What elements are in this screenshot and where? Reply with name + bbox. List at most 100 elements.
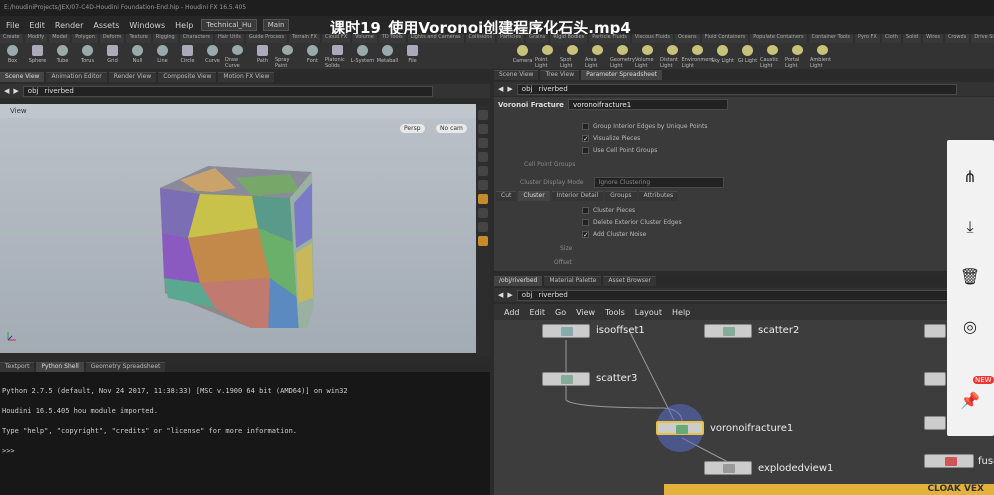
menu-go[interactable]: Go	[555, 308, 566, 317]
forward-arrow-icon[interactable]: ▶	[13, 87, 18, 95]
node-isooffset1[interactable]	[542, 324, 590, 338]
shelf-light-tool[interactable]: Caustic Light	[760, 43, 785, 69]
view-tool-icon[interactable]	[478, 124, 488, 134]
menu-help[interactable]: Help	[173, 21, 195, 30]
shelf-light-tool[interactable]: GI Light	[735, 43, 760, 69]
delete-icon[interactable]: 🗑	[959, 266, 981, 288]
shelf-tab[interactable]: Cloud FX	[321, 34, 351, 43]
back-arrow-icon[interactable]: ◀	[498, 85, 503, 93]
shelf-tool[interactable]: Font	[300, 43, 325, 69]
active-view-tool-icon[interactable]	[478, 194, 488, 204]
shelf-tab[interactable]: Guide Process	[245, 34, 288, 43]
shelf-tool[interactable]: L-System	[350, 43, 375, 69]
tab-asset-browser[interactable]: Asset Browser	[603, 276, 657, 286]
shelf-tool[interactable]: Circle	[175, 43, 200, 69]
node-fuse[interactable]	[924, 454, 974, 468]
tab-network[interactable]: /obj/riverbed	[494, 276, 543, 286]
pin-icon[interactable]: 📌	[959, 390, 981, 412]
shelf-tool[interactable]: Grid	[100, 43, 125, 69]
shelf-light-tool[interactable]: Spot Light	[560, 43, 585, 69]
menu-assets[interactable]: Assets	[91, 21, 121, 30]
shelf-light-tool[interactable]: Sky Light	[710, 43, 735, 69]
shelf-tab[interactable]: Solid	[902, 34, 922, 43]
shelf-light-tool[interactable]: Portal Light	[785, 43, 810, 69]
network-path-field[interactable]: obj riverbed	[516, 289, 957, 301]
view-label[interactable]: View	[10, 107, 27, 115]
tab-animation-editor[interactable]: Animation Editor	[46, 72, 107, 82]
shelf-tab[interactable]: Create	[0, 34, 23, 43]
view-tool-icon[interactable]	[478, 110, 488, 120]
right-path-field[interactable]: obj riverbed	[516, 83, 957, 95]
view-tool-icon[interactable]	[478, 138, 488, 148]
checkbox-checked[interactable]: ✓	[582, 231, 589, 239]
network-canvas[interactable]: isooffset1 scatter2 scatter3 voronoifrac…	[494, 320, 994, 495]
shelf-tab[interactable]: Rigid Bodies	[550, 34, 588, 43]
shelf-tool[interactable]: Curve	[200, 43, 225, 69]
tab-tree-view[interactable]: Tree View	[540, 70, 580, 80]
shelf-tool[interactable]: Spray Paint	[275, 43, 300, 69]
shelf-light-tool[interactable]: Point Light	[535, 43, 560, 69]
shelf-tab[interactable]: Drive Simulation	[971, 34, 994, 43]
tab-motion-fx-view[interactable]: Motion FX View	[218, 72, 275, 82]
menu-tools[interactable]: Tools	[605, 308, 625, 317]
shelf-light-tool[interactable]: Ambient Light	[810, 43, 835, 69]
3d-viewport[interactable]: Persp No cam	[0, 118, 476, 353]
menu-render[interactable]: Render	[53, 21, 85, 30]
download-icon[interactable]: ⤓	[959, 216, 981, 238]
riverbed-path[interactable]: riverbed	[538, 85, 567, 93]
view-tool-icon[interactable]	[478, 208, 488, 218]
shelf-tab[interactable]: Pyro FX	[854, 34, 880, 43]
shelf-tab[interactable]: Texture	[126, 34, 151, 43]
shelf-tab[interactable]: Hair Utils	[215, 34, 244, 43]
tab-groups[interactable]: Groups	[605, 191, 637, 201]
node-scatter2[interactable]	[704, 324, 752, 338]
back-arrow-icon[interactable]: ◀	[498, 291, 503, 299]
main-selector[interactable]: Main	[262, 19, 290, 31]
shelf-tool[interactable]: File	[400, 43, 425, 69]
tab-geometry-spreadsheet[interactable]: Geometry Spreadsheet	[85, 362, 166, 372]
shelf-tool[interactable]: Torus	[75, 43, 100, 69]
shelf-tab[interactable]: Populate Containers	[750, 34, 807, 43]
checkbox[interactable]	[582, 123, 589, 130]
node-scatter3[interactable]	[542, 372, 590, 386]
forward-arrow-icon[interactable]: ▶	[507, 85, 512, 93]
checkbox[interactable]	[582, 219, 589, 226]
riverbed-path[interactable]: riverbed	[538, 291, 567, 299]
cluster-display-dropdown[interactable]: Ignore Clustering	[593, 177, 724, 188]
shelf-tab[interactable]: Volume	[352, 34, 377, 43]
tab-cluster[interactable]: Cluster	[518, 191, 550, 201]
shelf-light-tool[interactable]: Camera	[510, 43, 535, 69]
tab-scene-view-right[interactable]: Scene View	[494, 70, 539, 80]
tab-cut[interactable]: Cut	[496, 191, 517, 201]
persp-button[interactable]: Persp	[400, 124, 425, 133]
share-icon[interactable]: ⋔	[959, 166, 981, 188]
tab-interior-detail[interactable]: Interior Detail	[551, 191, 604, 201]
obj-path[interactable]: obj	[522, 291, 533, 299]
obj-path[interactable]: obj	[28, 87, 39, 95]
shelf-tool[interactable]: Sphere	[25, 43, 50, 69]
shelf-tab[interactable]: Modify	[24, 34, 48, 43]
node-partial[interactable]	[924, 324, 946, 338]
shelf-tab[interactable]: Container Tools	[808, 34, 853, 43]
menu-view[interactable]: View	[576, 308, 595, 317]
node-partial[interactable]	[924, 416, 946, 430]
checkbox-checked[interactable]: ✓	[582, 135, 589, 143]
desktop-selector[interactable]: Technical_Hu	[201, 19, 257, 31]
shelf-tab[interactable]: Characters	[179, 34, 214, 43]
checkbox[interactable]	[582, 147, 589, 154]
shelf-tab[interactable]: Polygon	[72, 34, 98, 43]
obj-path[interactable]: obj	[522, 85, 533, 93]
shelf-tool[interactable]: Metaball	[375, 43, 400, 69]
menu-file[interactable]: File	[4, 21, 21, 30]
camera-button[interactable]: No cam	[436, 124, 467, 133]
view-tool-icon[interactable]	[478, 222, 488, 232]
shelf-tab[interactable]: TD Tools	[378, 34, 406, 43]
tab-attributes[interactable]: Attributes	[638, 191, 679, 201]
shelf-light-tool[interactable]: Area Light	[585, 43, 610, 69]
tab-python-shell[interactable]: Python Shell	[36, 362, 84, 372]
tab-material-palette[interactable]: Material Palette	[544, 276, 602, 286]
shelf-tab[interactable]: Lights and Cameras	[407, 34, 464, 43]
shelf-tool[interactable]: Draw Curve	[225, 43, 250, 69]
view-tool-icon[interactable]	[478, 166, 488, 176]
shelf-tab[interactable]: Terrain FX	[289, 34, 320, 43]
